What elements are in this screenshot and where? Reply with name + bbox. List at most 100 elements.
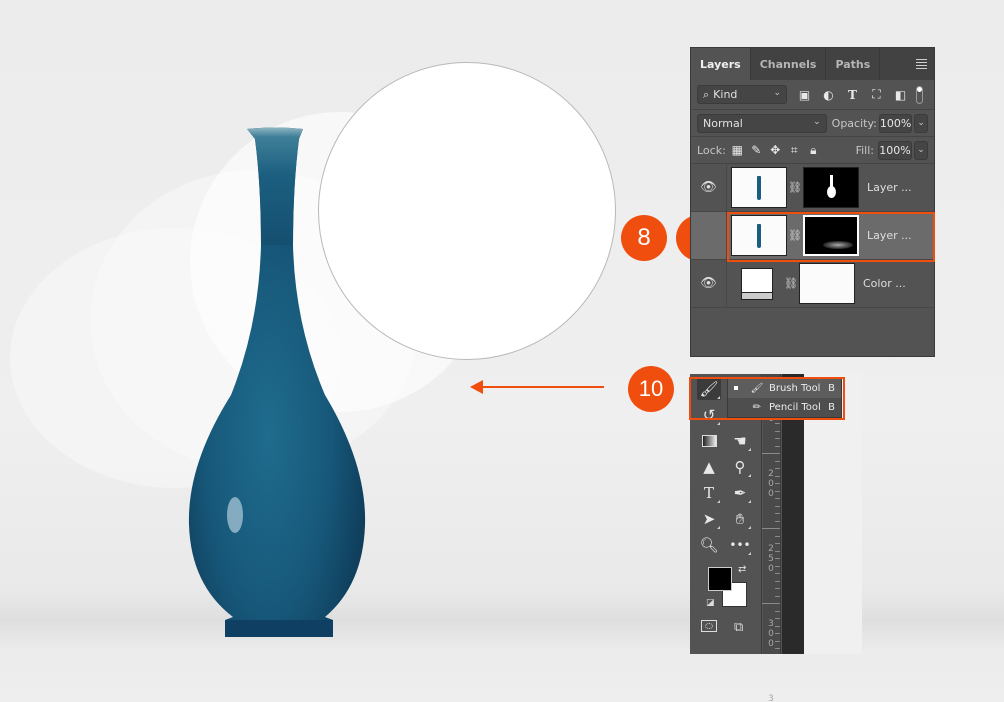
ruler-tick [775,610,780,612]
ruler-tick [775,505,780,507]
ruler-tick [775,588,780,589]
tool-highlight-box [689,377,845,420]
opacity-input[interactable]: 100% [878,113,913,133]
filter-kind-label: Kind [713,88,738,101]
ruler-tick [775,640,780,642]
link-icon[interactable]: ⛓︎ [787,181,803,194]
ruler-label: 0 [768,639,774,649]
lock-position-icon[interactable]: ✥ [769,143,782,157]
blend-mode-value: Normal [703,116,743,130]
pixel-filter-icon[interactable]: ▣ [798,88,811,102]
filter-kind-select[interactable]: ⌕ Kind ⌄ [697,85,787,104]
layer-name: Layer ... [867,181,912,194]
ruler-tick [775,430,780,432]
ruler-tick [775,483,780,484]
panel-tabs: Layers Channels Paths [691,48,934,80]
layer-mask-thumbnail[interactable] [799,263,855,304]
ruler-tick [775,625,780,627]
ruler-label: 0 [768,629,774,639]
sharpen-tool[interactable]: ▲ [697,456,721,478]
link-icon[interactable]: ⛓︎ [783,277,799,290]
layer-thumbnail[interactable] [731,167,787,208]
path-selection-tool[interactable]: ➤ [697,508,721,530]
blend-mode-select[interactable]: Normal ⌄ [697,113,827,133]
gradient-tool[interactable] [697,430,721,452]
ruler-label: 0 [768,489,774,499]
ruler-label: 2 [768,544,774,554]
foreground-color-swatch[interactable] [708,567,732,591]
ruler-tick [775,513,780,514]
ruler-tick [775,595,780,597]
filter-toggle-icon[interactable] [916,85,923,104]
layer-mask-thumbnail[interactable] [803,167,859,208]
layers-panel: Layers Channels Paths ⌕ Kind ⌄ ▣ ◐ T ⛶ ◧… [690,47,935,357]
chevron-down-icon: ⌄ [773,88,781,98]
layer-name: Color ... [863,277,906,290]
fill-dropdown-button[interactable]: ⌄ [914,140,928,160]
ruler-tick [775,573,780,574]
ruler-tick [775,648,780,649]
visibility-toggle[interactable]: 👁︎ [691,260,727,307]
tab-channels[interactable]: Channels [751,48,827,80]
lock-transparent-icon[interactable]: ▦ [731,143,744,157]
quick-mask-icon[interactable] [701,620,717,632]
ruler-tick [775,460,780,462]
tab-paths[interactable]: Paths [826,48,881,80]
opacity-dropdown-button[interactable]: ⌄ [914,113,928,133]
smudge-tool[interactable]: ☚ [728,430,752,452]
ruler-tick [775,558,780,559]
ruler-label: 0 [768,564,774,574]
type-filter-icon[interactable]: T [846,88,859,102]
ruler-label: 2 [768,469,774,479]
ruler-tick [775,565,780,567]
fill-label: Fill: [855,143,874,157]
ruler-tick [775,633,780,634]
panel-menu-icon[interactable] [916,59,927,71]
ruler-tick [775,520,780,522]
hand-tool[interactable]: ✋︎ [728,508,752,530]
ruler-label: 0 [768,479,774,489]
eye-icon: 👁︎ [700,276,717,291]
fill-layer-thumbnail[interactable] [741,267,773,300]
type-tool[interactable]: T [697,482,721,504]
tab-layers[interactable]: Layers [691,48,751,80]
ruler-tick [762,603,780,604]
selected-layer-highlight [727,212,935,262]
visibility-toggle[interactable]: 👁︎ [691,164,727,211]
ruler-label: 5 [768,554,774,564]
ruler-tick [775,475,780,477]
blend-row: Normal ⌄ Opacity: 100% ⌄ [691,110,934,137]
layer-row[interactable]: 👁︎ ⛓︎ Layer ... [691,164,934,212]
lock-all-icon[interactable]: 🔒︎ [807,143,820,158]
default-colors-icon[interactable]: ◪ [706,598,715,608]
search-icon: ⌕ [703,87,710,101]
opacity-label: Opacity: [831,116,877,130]
step-badge-8: 8 [621,215,667,261]
filter-row: ⌕ Kind ⌄ ▣ ◐ T ⛶ ◧ [691,80,934,110]
swap-colors-icon[interactable]: ⇄ [738,564,746,575]
pen-tool[interactable]: ✒︎ [728,482,752,504]
brush-preview-circle [318,62,616,360]
more-tools[interactable]: ••• [728,534,752,556]
lock-artboard-icon[interactable]: ⌗ [788,143,801,158]
dodge-tool[interactable]: ⚲ [728,456,752,478]
ruler-tick [762,453,780,454]
arrow-line [482,386,604,388]
ruler-label: 3 [768,619,774,629]
layer-row[interactable]: 👁︎ ⛓︎ Color ... [691,260,934,308]
zoom-tool[interactable]: 🔍︎ [697,534,721,556]
visibility-toggle[interactable] [691,212,727,259]
ruler-tick [775,543,780,544]
chevron-down-icon: ⌄ [813,116,821,127]
fill-input[interactable]: 100% [878,140,912,160]
smart-object-filter-icon[interactable]: ◧ [894,88,907,102]
shape-filter-icon[interactable]: ⛶ [870,87,883,102]
eye-icon: 👁︎ [700,180,717,195]
lock-pixels-icon[interactable]: ✎ [750,143,763,157]
ruler-tick [775,445,780,447]
step-badge-10: 10 [628,366,674,412]
ruler-tick [775,468,780,469]
ruler-tick [775,438,780,439]
screen-mode-icon[interactable]: ⧉ [734,620,743,635]
adjustment-filter-icon[interactable]: ◐ [822,88,835,102]
